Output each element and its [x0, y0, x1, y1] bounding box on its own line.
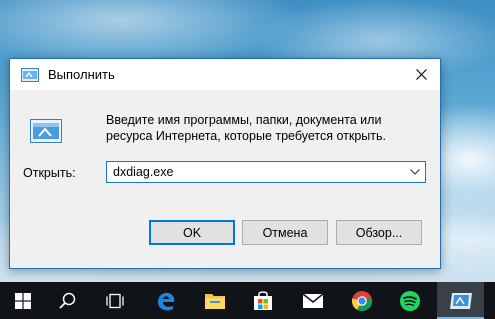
- edge-button[interactable]: [143, 282, 188, 319]
- search-icon: [59, 292, 76, 309]
- browse-button[interactable]: Обзор...: [336, 220, 422, 245]
- dropdown-button[interactable]: [405, 162, 425, 182]
- run-taskbar-button[interactable]: [437, 282, 484, 319]
- mail-button[interactable]: [290, 282, 335, 319]
- chevron-down-icon: [410, 169, 420, 175]
- run-program-icon: [30, 119, 62, 143]
- dialog-description: Введите имя программы, папки, документа …: [106, 113, 386, 143]
- cancel-button[interactable]: Отмена: [242, 220, 328, 245]
- close-button[interactable]: [402, 59, 440, 90]
- file-explorer-button[interactable]: [192, 282, 237, 319]
- close-icon: [415, 69, 427, 80]
- open-input[interactable]: [107, 162, 405, 182]
- run-icon: [21, 68, 39, 82]
- taskbar: [0, 282, 495, 319]
- spotify-icon: [399, 290, 420, 311]
- mail-icon: [302, 292, 323, 308]
- edge-icon: [157, 292, 174, 310]
- store-icon: [253, 290, 272, 310]
- store-button[interactable]: [240, 282, 285, 319]
- open-label: Открыть:: [23, 166, 76, 180]
- title-bar[interactable]: Выполнить: [10, 59, 440, 90]
- task-view-button[interactable]: [92, 282, 137, 319]
- windows-start-icon: [14, 292, 31, 309]
- dialog-title: Выполнить: [48, 67, 115, 82]
- run-dialog: Выполнить Введите имя программы, папки, …: [9, 58, 441, 269]
- chrome-icon: [351, 290, 372, 311]
- file-explorer-icon: [204, 293, 225, 309]
- open-combobox[interactable]: [106, 161, 426, 183]
- taskbar-search-button[interactable]: [45, 282, 90, 319]
- task-view-icon: [105, 293, 124, 308]
- chrome-button[interactable]: [339, 282, 384, 319]
- ok-button[interactable]: OK: [149, 220, 235, 245]
- run-icon: [449, 292, 472, 309]
- start-button[interactable]: [0, 282, 45, 319]
- spotify-button[interactable]: [387, 282, 432, 319]
